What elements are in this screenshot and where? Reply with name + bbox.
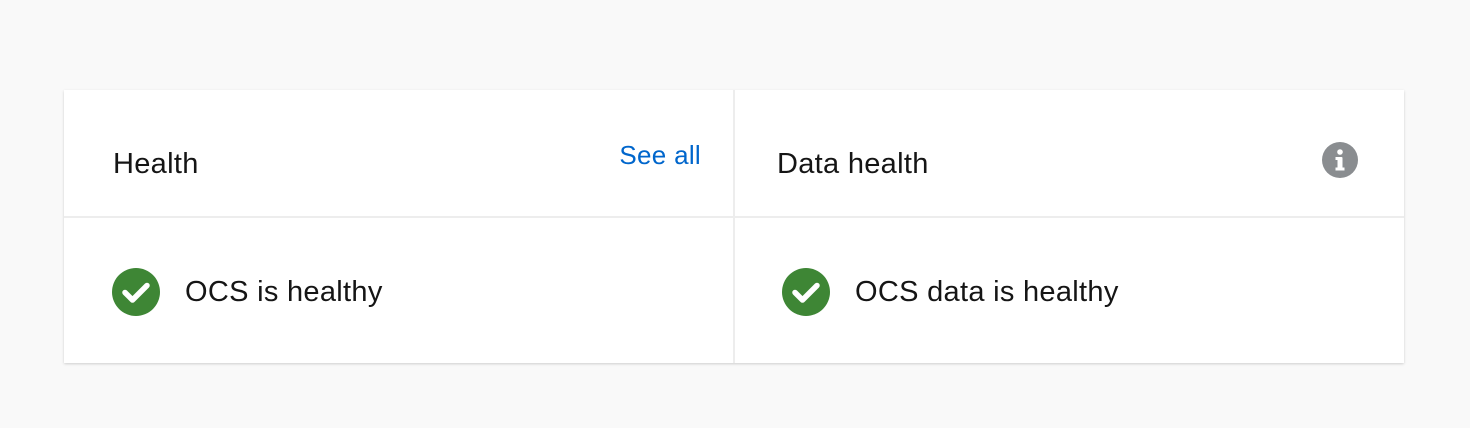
health-panel-header: Health See all (64, 90, 733, 218)
data-health-title: Data health (777, 148, 929, 180)
see-all-link[interactable]: See all (619, 140, 701, 171)
health-status-row: OCS is healthy (112, 268, 383, 316)
health-card: Health See all OCS is healthy Data healt… (64, 90, 1404, 363)
check-circle-icon (782, 268, 830, 316)
info-circle-icon[interactable] (1322, 142, 1358, 178)
check-circle-icon (112, 268, 160, 316)
data-health-status-row: OCS data is healthy (782, 268, 1119, 316)
health-panel-body: OCS is healthy (64, 218, 733, 363)
data-health-status-text: OCS data is healthy (855, 275, 1119, 308)
data-health-panel-header: Data health (735, 90, 1404, 218)
data-health-panel-body: OCS data is healthy (735, 218, 1404, 363)
data-health-panel: Data health OCS data is healthy (735, 90, 1404, 363)
health-title: Health (113, 148, 199, 180)
health-panel: Health See all OCS is healthy (64, 90, 735, 363)
page: Health See all OCS is healthy Data healt… (0, 0, 1470, 428)
health-status-text: OCS is healthy (185, 275, 383, 308)
